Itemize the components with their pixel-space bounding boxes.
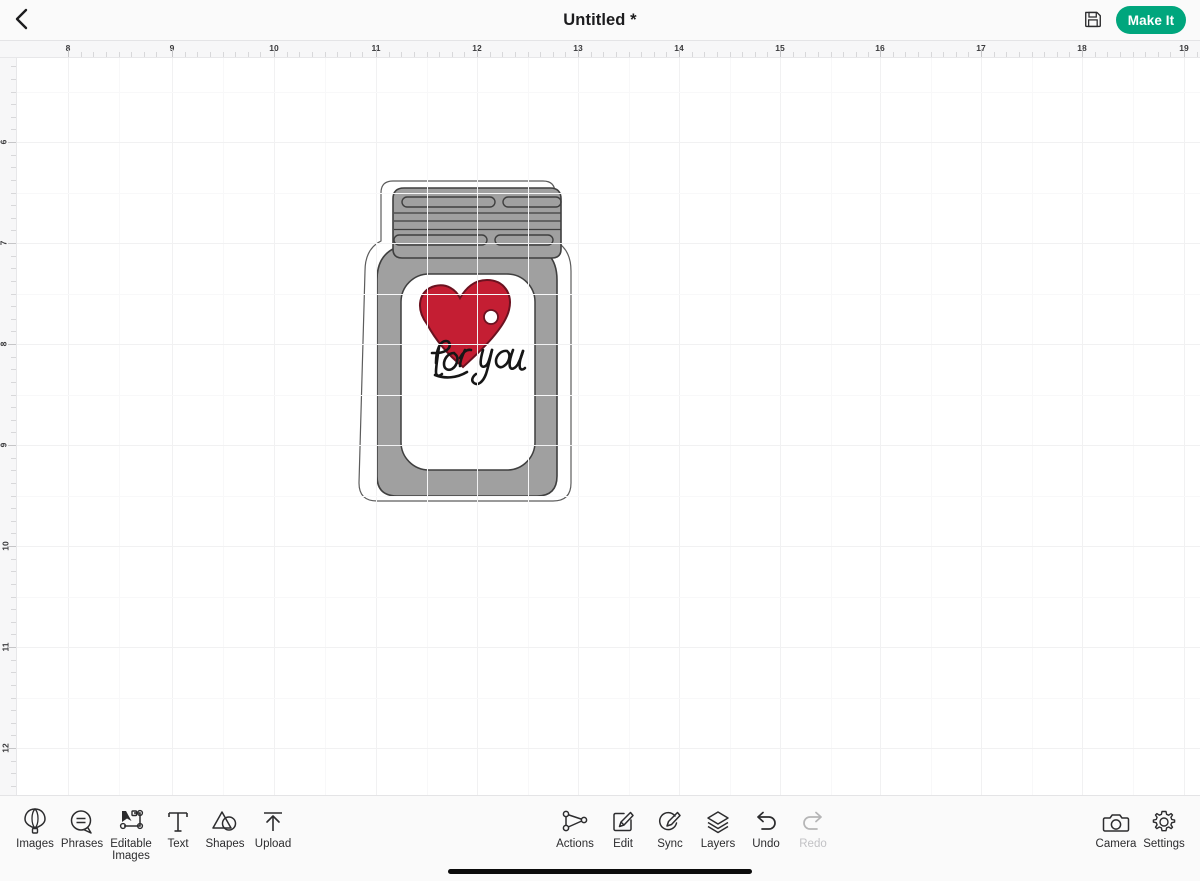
tool-settings[interactable]: Settings <box>1134 805 1194 851</box>
design-canvas[interactable] <box>17 58 1200 795</box>
ruler-top-tick <box>981 49 982 57</box>
gridline-vertical-minor <box>528 58 529 795</box>
tool-label: Redo <box>799 838 827 850</box>
layers-stack-icon <box>705 805 731 835</box>
tool-label: Shapes <box>205 838 245 850</box>
gridline-vertical <box>376 58 377 795</box>
tool-label: Phrases <box>60 838 104 850</box>
speech-bubble-icon <box>69 805 95 835</box>
sync-pencil-icon <box>657 805 683 835</box>
gridline-vertical-minor <box>223 58 224 795</box>
tool-label: Actions <box>556 838 594 850</box>
node-path-edit-icon <box>116 805 146 835</box>
ruler-left-tick <box>8 243 16 244</box>
gridline-horizontal-minor <box>17 395 1200 396</box>
tool-label: Undo <box>752 838 780 850</box>
tool-label: Edit <box>613 838 633 850</box>
undo-arrow-icon <box>753 805 779 835</box>
save-button[interactable] <box>1080 8 1106 34</box>
make-it-button[interactable]: Make It <box>1116 6 1186 34</box>
gridline-vertical-minor <box>931 58 932 795</box>
gridline-horizontal-minor <box>17 294 1200 295</box>
ruler-top-tick <box>274 49 275 57</box>
gridline-horizontal-minor <box>17 597 1200 598</box>
ruler-top-tick <box>780 49 781 57</box>
tool-upload[interactable]: Upload <box>243 805 303 851</box>
gridline-vertical <box>1184 58 1185 795</box>
tool-redo[interactable]: Redo <box>783 805 843 851</box>
gridline-horizontal <box>17 748 1200 749</box>
ruler-top-tick <box>880 49 881 57</box>
gridline-horizontal-minor <box>17 698 1200 699</box>
ruler-left-tick <box>8 344 16 345</box>
camera-icon <box>1102 805 1130 835</box>
upload-arrow-icon <box>261 805 285 835</box>
gridline-vertical <box>981 58 982 795</box>
gridline-vertical <box>68 58 69 795</box>
ruler-left-tick <box>8 748 16 749</box>
gridline-vertical <box>274 58 275 795</box>
gridline-horizontal <box>17 243 1200 244</box>
redo-arrow-icon <box>800 805 826 835</box>
ruler-top-tick <box>376 49 377 57</box>
ruler-top-tick <box>679 49 680 57</box>
ruler-left-tick <box>8 445 16 446</box>
tool-label: Text <box>167 838 189 850</box>
ruler-top-tick <box>477 49 478 57</box>
app-root: Untitled * Make It 8 9 10 11 12 13 14 15 16 17 18 1… <box>0 0 1200 881</box>
shapes-icon <box>211 805 239 835</box>
home-indicator <box>448 869 752 874</box>
gridline-vertical-minor <box>1032 58 1033 795</box>
ruler-top-tick <box>68 49 69 57</box>
tool-label: Editable Images <box>110 838 152 862</box>
gridline-vertical-minor <box>427 58 428 795</box>
ruler-horizontal[interactable]: 8 9 10 11 12 13 14 15 16 17 18 19 <box>0 41 1200 58</box>
tool-label: Settings <box>1143 838 1185 850</box>
gridline-vertical <box>780 58 781 795</box>
gridline-horizontal-minor <box>17 193 1200 194</box>
nodes-triangle-icon <box>561 805 589 835</box>
gridline-horizontal <box>17 647 1200 648</box>
gridline-horizontal <box>17 344 1200 345</box>
gridline-vertical-minor <box>1133 58 1134 795</box>
gridline-horizontal <box>17 142 1200 143</box>
ruler-left-tick <box>8 142 16 143</box>
gridline-horizontal-minor <box>17 496 1200 497</box>
gridline-vertical <box>1082 58 1083 795</box>
tool-label: Sync <box>657 838 683 850</box>
tool-label: Layers <box>700 838 736 850</box>
gridline-horizontal <box>17 445 1200 446</box>
ruler-top-tick <box>1082 49 1083 57</box>
ruler-top-tick <box>1184 49 1185 57</box>
gridline-vertical-minor <box>730 58 731 795</box>
ruler-left-tick <box>8 647 16 648</box>
floppy-disk-save-icon <box>1083 9 1103 34</box>
text-t-icon <box>166 805 190 835</box>
gridline-vertical-minor <box>119 58 120 795</box>
gridline-vertical-minor <box>325 58 326 795</box>
ruler-top-tick <box>172 49 173 57</box>
gridline-vertical <box>880 58 881 795</box>
gridline-vertical <box>477 58 478 795</box>
gridline-vertical <box>172 58 173 795</box>
tool-label: Images <box>16 838 54 850</box>
ruler-top-tick <box>578 49 579 57</box>
tool-label: Camera <box>1095 838 1137 850</box>
top-bar: Untitled * Make It <box>0 0 1200 41</box>
pencil-square-icon <box>610 805 636 835</box>
gridline-vertical-minor <box>629 58 630 795</box>
ruler-vertical[interactable]: 6789101112 <box>0 58 17 795</box>
tool-label: Upload <box>254 838 292 850</box>
gear-icon <box>1151 805 1177 835</box>
gridline-vertical-minor <box>831 58 832 795</box>
gridline-horizontal-minor <box>17 92 1200 93</box>
page-title: Untitled * <box>563 11 637 29</box>
ruler-left-tick <box>8 546 16 547</box>
gridline-vertical <box>578 58 579 795</box>
hot-air-balloon-icon <box>23 805 47 835</box>
gridline-horizontal <box>17 546 1200 547</box>
gridline-vertical <box>679 58 680 795</box>
